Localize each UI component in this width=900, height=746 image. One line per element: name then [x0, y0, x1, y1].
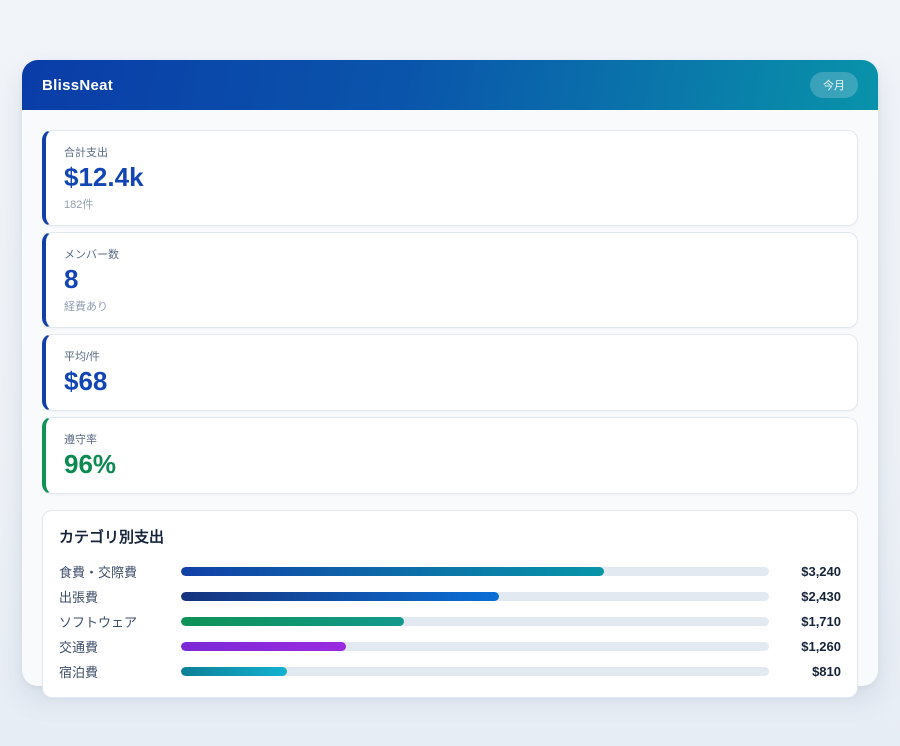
category-bar-track: [181, 617, 769, 626]
category-value: $2,430: [775, 589, 841, 604]
category-bar-row: 出張費 $2,430: [59, 584, 841, 609]
category-bar-row: ソフトウェア $1,710: [59, 609, 841, 634]
stat-card: 遵守率 96%: [42, 417, 858, 494]
period-badge[interactable]: 今月: [810, 72, 858, 98]
stat-card: 平均/件 $68: [42, 334, 858, 411]
stat-cards: 合計支出 $12.4k 182件メンバー数 8 経費あり平均/件 $68 遵守率 96%: [42, 130, 858, 494]
category-bar-row: 交通費 $1,260: [59, 634, 841, 659]
category-label: 交通費: [59, 637, 181, 656]
stat-sublabel: 経費あり: [64, 298, 839, 314]
stat-card: メンバー数 8 経費あり: [42, 232, 858, 328]
stat-label: 平均/件: [64, 348, 839, 364]
category-value: $1,710: [775, 614, 841, 629]
stat-value: $68: [64, 367, 839, 397]
category-label: 食費・交際費: [59, 562, 181, 581]
dashboard-content: 合計支出 $12.4k 182件メンバー数 8 経費あり平均/件 $68 遵守率 96% カテ…: [22, 110, 878, 718]
stat-value: 8: [64, 265, 839, 295]
category-breakdown-title: カテゴリ別支出: [59, 526, 841, 547]
stat-label: 合計支出: [64, 144, 839, 160]
app-title: BlissNeat: [42, 77, 113, 94]
category-label: ソフトウェア: [59, 612, 181, 631]
category-bar-track: [181, 642, 769, 651]
category-value: $3,240: [775, 564, 841, 579]
category-breakdown-card: カテゴリ別支出 食費・交際費 $3,240 出張費 $2,430 ソフトウェア $1,71…: [42, 510, 858, 698]
stat-label: 遵守率: [64, 431, 839, 447]
category-bar-row: 宿泊費 $810: [59, 659, 841, 684]
category-bar-fill: [181, 567, 604, 576]
category-label: 宿泊費: [59, 662, 181, 681]
category-bar-track: [181, 667, 769, 676]
category-bar-fill: [181, 667, 287, 676]
category-value: $810: [775, 664, 841, 679]
category-bar-track: [181, 567, 769, 576]
stat-value: 96%: [64, 450, 839, 480]
category-bar-row: 食費・交際費 $3,240: [59, 559, 841, 584]
dashboard-panel: BlissNeat 今月 合計支出 $12.4k 182件メンバー数 8 経費あり平均/…: [22, 60, 878, 686]
stat-card: 合計支出 $12.4k 182件: [42, 130, 858, 226]
stat-label: メンバー数: [64, 246, 839, 262]
category-value: $1,260: [775, 639, 841, 654]
category-bar-fill: [181, 617, 404, 626]
app-header: BlissNeat 今月: [22, 60, 878, 110]
category-bar-list: 食費・交際費 $3,240 出張費 $2,430 ソフトウェア $1,710 交通費 $1,2…: [59, 559, 841, 684]
category-label: 出張費: [59, 587, 181, 606]
stat-sublabel: 182件: [64, 196, 839, 212]
stat-value: $12.4k: [64, 163, 839, 193]
category-bar-fill: [181, 642, 346, 651]
category-bar-track: [181, 592, 769, 601]
category-bar-fill: [181, 592, 499, 601]
